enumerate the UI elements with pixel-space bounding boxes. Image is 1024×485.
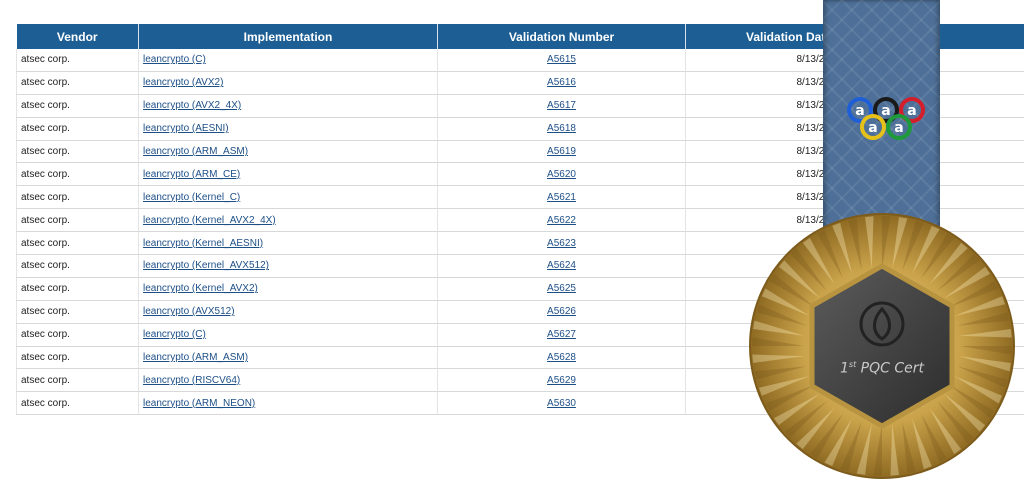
validation-number-link[interactable]: A5621 bbox=[547, 192, 576, 203]
logo-letter: a bbox=[907, 103, 916, 119]
implementation-cell: leancrypto (Kernel_AVX512) bbox=[138, 254, 438, 278]
validation-number-cell: A5616 bbox=[437, 71, 686, 95]
validation-number-cell: A5624 bbox=[437, 254, 686, 278]
validation-number-link[interactable]: A5629 bbox=[547, 375, 576, 386]
implementation-cell: leancrypto (ARM_NEON) bbox=[138, 391, 438, 416]
validation-number-cell: A5623 bbox=[437, 231, 686, 256]
validation-number-link[interactable]: A5620 bbox=[547, 169, 576, 180]
validation-number-link[interactable]: A5627 bbox=[547, 329, 576, 340]
implementation-link[interactable]: leancrypto (Kernel_C) bbox=[143, 192, 240, 203]
vendor-cell: atsec corp. bbox=[16, 117, 139, 141]
validation-number-link[interactable]: A5624 bbox=[547, 260, 576, 271]
implementation-cell: leancrypto (Kernel_AESNI) bbox=[138, 231, 438, 256]
validation-number-link[interactable]: A5625 bbox=[547, 283, 576, 294]
implementation-link[interactable]: leancrypto (RISCV64) bbox=[143, 375, 240, 386]
medal-label: 1st PQC Cert bbox=[820, 360, 944, 377]
validation-number-link[interactable]: A5615 bbox=[547, 54, 576, 65]
implementation-link[interactable]: leancrypto (AVX2_4X) bbox=[143, 100, 241, 111]
implementation-cell: leancrypto (RISCV64) bbox=[138, 368, 438, 393]
implementation-cell: leancrypto (Kernel_C) bbox=[138, 185, 438, 210]
vendor-cell: atsec corp. bbox=[16, 323, 139, 347]
validation-number-link[interactable]: A5630 bbox=[547, 398, 576, 409]
validation-number-link[interactable]: A5623 bbox=[547, 238, 576, 249]
validation-number-link[interactable]: A5626 bbox=[547, 306, 576, 317]
logo-letter: a bbox=[894, 120, 903, 136]
implementation-link[interactable]: leancrypto (AVX2) bbox=[143, 77, 223, 88]
gold-medal bbox=[749, 213, 1015, 479]
logo-letter: a bbox=[881, 103, 890, 119]
implementation-cell: leancrypto (Kernel_AVX2) bbox=[138, 277, 438, 301]
validation-number-link[interactable]: A5628 bbox=[547, 352, 576, 363]
implementation-link[interactable]: leancrypto (Kernel_AESNI) bbox=[143, 238, 263, 249]
ribbon-logo-rings-icon: a a a a a bbox=[847, 97, 925, 140]
implementation-cell: leancrypto (C) bbox=[138, 323, 438, 347]
implementation-cell: leancrypto (AVX2_4X) bbox=[138, 94, 438, 118]
implementation-link[interactable]: leancrypto (ARM_NEON) bbox=[143, 398, 255, 409]
validation-number-cell: A5630 bbox=[437, 391, 686, 416]
vendor-cell: atsec corp. bbox=[16, 391, 139, 416]
validation-number-cell: A5621 bbox=[437, 185, 686, 210]
logo-letter: a bbox=[855, 103, 864, 119]
medal-label-ordinal: 1 bbox=[839, 360, 849, 377]
column-header-validation-number[interactable]: Validation Number bbox=[437, 24, 686, 49]
implementation-link[interactable]: leancrypto (ARM_ASM) bbox=[143, 146, 248, 157]
validation-number-cell: A5625 bbox=[437, 277, 686, 301]
implementation-link[interactable]: leancrypto (ARM_ASM) bbox=[143, 352, 248, 363]
column-header-vendor[interactable]: Vendor bbox=[16, 24, 139, 49]
vendor-cell: atsec corp. bbox=[16, 94, 139, 118]
implementation-link[interactable]: leancrypto (ARM_CE) bbox=[143, 169, 240, 180]
vendor-cell: atsec corp. bbox=[16, 208, 139, 233]
implementation-link[interactable]: leancrypto (C) bbox=[143, 54, 206, 65]
implementation-link[interactable]: leancrypto (AESNI) bbox=[143, 123, 229, 134]
vendor-cell: atsec corp. bbox=[16, 300, 139, 324]
vendor-cell: atsec corp. bbox=[16, 277, 139, 301]
implementation-cell: leancrypto (ARM_ASM) bbox=[138, 140, 438, 164]
implementation-cell: leancrypto (Kernel_AVX2_4X) bbox=[138, 208, 438, 233]
validation-number-cell: A5618 bbox=[437, 117, 686, 141]
validation-number-cell: A5626 bbox=[437, 300, 686, 324]
vendor-cell: atsec corp. bbox=[16, 140, 139, 164]
validation-number-link[interactable]: A5617 bbox=[547, 100, 576, 111]
vendor-cell: atsec corp. bbox=[16, 185, 139, 210]
medal-label-superscript: st bbox=[848, 360, 857, 369]
validation-number-cell: A5615 bbox=[437, 49, 686, 72]
validation-number-link[interactable]: A5616 bbox=[547, 77, 576, 88]
vendor-cell: atsec corp. bbox=[16, 254, 139, 278]
validation-number-link[interactable]: A5622 bbox=[547, 215, 576, 226]
implementation-cell: leancrypto (AVX2) bbox=[138, 71, 438, 95]
implementation-link[interactable]: leancrypto (Kernel_AVX2) bbox=[143, 283, 258, 294]
implementation-cell: leancrypto (C) bbox=[138, 49, 438, 72]
validation-number-cell: A5622 bbox=[437, 208, 686, 233]
vendor-cell: atsec corp. bbox=[16, 346, 139, 370]
validation-number-cell: A5620 bbox=[437, 162, 686, 187]
validation-number-link[interactable]: A5619 bbox=[547, 146, 576, 157]
vendor-cell: atsec corp. bbox=[16, 71, 139, 95]
implementation-link[interactable]: leancrypto (AVX512) bbox=[143, 306, 235, 317]
implementation-cell: leancrypto (ARM_ASM) bbox=[138, 346, 438, 370]
medal-label-text: PQC Cert bbox=[860, 360, 924, 377]
vendor-cell: atsec corp. bbox=[16, 49, 139, 72]
logo-letter: a bbox=[868, 120, 877, 136]
vendor-cell: atsec corp. bbox=[16, 368, 139, 393]
vendor-cell: atsec corp. bbox=[16, 231, 139, 256]
column-header-implementation[interactable]: Implementation bbox=[138, 24, 438, 49]
implementation-cell: leancrypto (ARM_CE) bbox=[138, 162, 438, 187]
validation-number-link[interactable]: A5618 bbox=[547, 123, 576, 134]
validation-number-cell: A5627 bbox=[437, 323, 686, 347]
implementation-link[interactable]: leancrypto (C) bbox=[143, 329, 206, 340]
validation-number-cell: A5619 bbox=[437, 140, 686, 164]
implementation-cell: leancrypto (AESNI) bbox=[138, 117, 438, 141]
validation-number-cell: A5617 bbox=[437, 94, 686, 118]
implementation-link[interactable]: leancrypto (Kernel_AVX512) bbox=[143, 260, 269, 271]
implementation-link[interactable]: leancrypto (Kernel_AVX2_4X) bbox=[143, 215, 276, 226]
vendor-cell: atsec corp. bbox=[16, 162, 139, 187]
validation-number-cell: A5629 bbox=[437, 368, 686, 393]
validation-number-cell: A5628 bbox=[437, 346, 686, 370]
implementation-cell: leancrypto (AVX512) bbox=[138, 300, 438, 324]
